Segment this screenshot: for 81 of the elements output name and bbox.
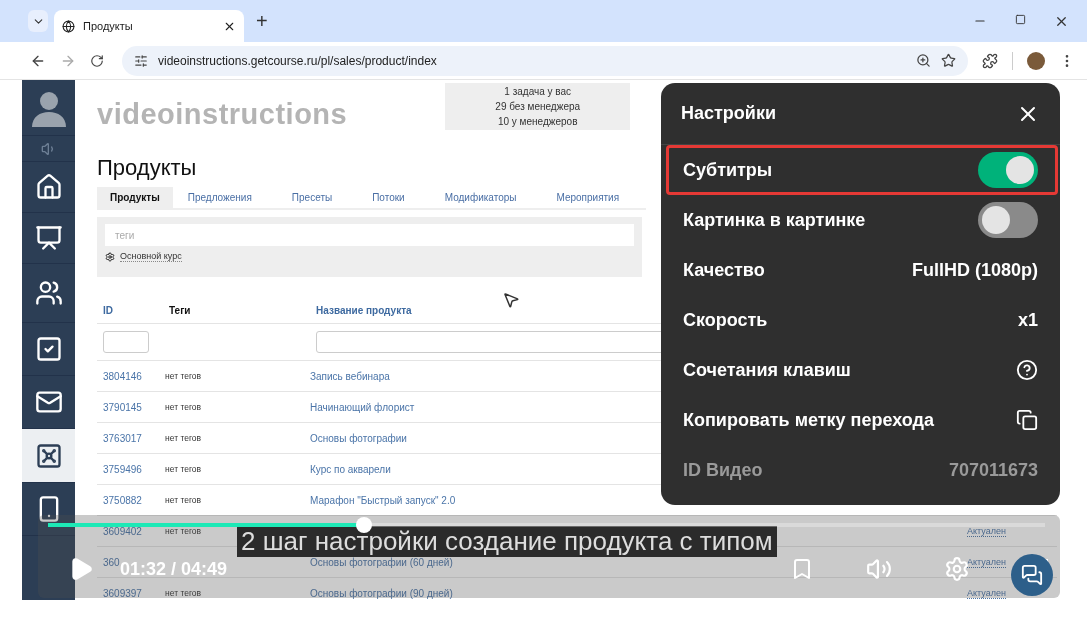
product-name[interactable]: Основы фотографии (60 дней) xyxy=(310,556,453,568)
setting-label: Скорость xyxy=(683,309,768,331)
tags-cell: нет тегов xyxy=(165,402,202,412)
tags-cell: нет тегов xyxy=(165,526,202,536)
setting-label: Картинка в картинке xyxy=(683,209,866,231)
panel-title: Настройки xyxy=(681,103,776,124)
people-icon xyxy=(34,279,63,307)
page-tab[interactable]: Мероприятия xyxy=(543,187,633,208)
product-id[interactable]: 360 xyxy=(103,556,120,568)
address-bar[interactable]: videoinstructions.getcourse.ru/pl/sales/product/index xyxy=(122,45,968,76)
task-count: 10 у менеджеров xyxy=(497,115,578,129)
tags-field[interactable]: теги xyxy=(105,224,634,246)
tags-cell: нет тегов xyxy=(165,464,202,474)
task-count: 1 задача у вас xyxy=(504,85,572,99)
video-id-value: 707011673 xyxy=(948,459,1038,481)
safe-icon xyxy=(34,441,63,470)
column-header[interactable]: Название продукта xyxy=(316,305,412,316)
page-tab[interactable]: Потоки xyxy=(359,187,418,208)
reload-icon[interactable] xyxy=(90,53,104,68)
browser-tab[interactable]: Продукты xyxy=(54,10,244,42)
setting-value: x1 xyxy=(1017,309,1038,331)
setting-label: Копировать метку перехода xyxy=(683,409,934,431)
product-id[interactable]: 3763017 xyxy=(103,432,142,444)
cursor-icon xyxy=(502,291,520,309)
product-id[interactable]: 3804146 xyxy=(103,370,142,382)
product-name[interactable]: Основы фотографии (90 дней) xyxy=(310,587,453,599)
status-link[interactable]: Актуален xyxy=(967,556,1006,568)
column-header: Теги xyxy=(169,305,191,316)
setting-label: Сочетания клавиш xyxy=(683,359,851,381)
product-name[interactable]: Марафон "Быстрый запуск" 2.0 xyxy=(310,494,456,506)
page-title: Продукты xyxy=(97,155,197,181)
setting-value: FullHD (1080p) xyxy=(911,259,1038,281)
home-icon xyxy=(34,173,63,201)
setting-label: ID Видео xyxy=(683,459,763,481)
page-tab[interactable]: Модификаторы xyxy=(431,187,530,208)
help-icon[interactable] xyxy=(1016,359,1038,381)
product-name[interactable]: Курс по акварели xyxy=(310,463,391,475)
star-icon[interactable] xyxy=(941,53,956,68)
product-name[interactable]: Запись вебинара xyxy=(310,370,390,382)
product-id[interactable]: 3750882 xyxy=(103,494,142,506)
product-id[interactable]: 3790145 xyxy=(103,401,142,413)
sidebar-item[interactable] xyxy=(22,429,75,483)
product-id[interactable]: 3609402 xyxy=(103,525,142,537)
chart-icon xyxy=(34,224,63,252)
extensions-icon[interactable] xyxy=(982,52,998,69)
site-info-icon[interactable] xyxy=(134,53,148,68)
tags-cell: нет тегов xyxy=(165,588,202,598)
gear-icon[interactable] xyxy=(105,251,115,262)
new-tab-button[interactable]: + xyxy=(250,9,274,33)
chat-icon xyxy=(1021,564,1043,586)
page-tab[interactable]: Продукты xyxy=(97,187,173,208)
preset-link[interactable]: Основной курс xyxy=(120,251,182,262)
highlighted-setting-row[interactable]: Субтитры xyxy=(666,145,1058,195)
status-link[interactable]: Актуален xyxy=(967,525,1006,537)
toggle-switch[interactable] xyxy=(978,202,1038,238)
status-link[interactable]: Актуален xyxy=(967,587,1006,599)
column-header[interactable]: ID xyxy=(103,305,113,316)
tags-cell: нет тегов xyxy=(165,371,202,381)
tags-cell: нет тегов xyxy=(165,433,202,443)
toggle-switch[interactable] xyxy=(978,152,1038,188)
zoom-icon[interactable] xyxy=(916,53,931,68)
setting-label: Качество xyxy=(683,259,765,281)
globe-icon xyxy=(62,19,75,33)
maximize-icon[interactable] xyxy=(1015,13,1026,25)
subtitle: 2 шаг настройки создание продукта с типом xyxy=(237,526,777,557)
tab-list-button[interactable] xyxy=(28,10,48,32)
chat-button[interactable] xyxy=(1011,554,1053,596)
product-id[interactable]: 3759496 xyxy=(103,463,142,475)
page-tab[interactable]: Пресеты xyxy=(278,187,346,208)
tags-cell: нет тегов xyxy=(165,495,202,505)
setting-label: Субтитры xyxy=(683,159,773,181)
profile-avatar[interactable] xyxy=(1027,51,1045,70)
product-id[interactable]: 3609397 xyxy=(103,587,142,599)
product-name[interactable]: Начинающий флорист xyxy=(310,401,415,413)
page-tab[interactable]: Предложения xyxy=(174,187,265,208)
logo: videoinstructions xyxy=(97,98,348,132)
product-name[interactable]: Основы фотографии xyxy=(310,432,407,444)
task-count: 29 без менеджера xyxy=(495,100,581,114)
id-filter-field[interactable] xyxy=(103,331,149,353)
checkbox-icon xyxy=(34,335,63,363)
copy-icon[interactable] xyxy=(1016,409,1038,431)
